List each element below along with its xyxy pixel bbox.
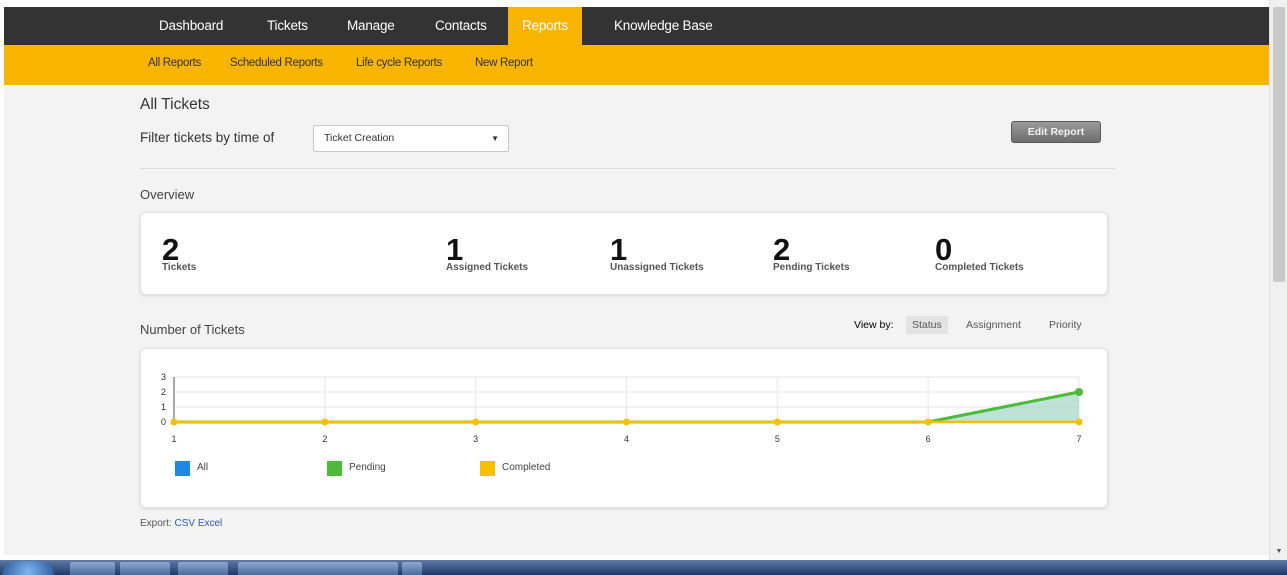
stat-pending-label: Pending Tickets xyxy=(773,262,850,273)
stat-pending-tickets: 2 Pending Tickets xyxy=(773,232,850,273)
stat-completed-label: Completed Tickets xyxy=(935,262,1024,273)
view-by-assignment[interactable]: Assignment xyxy=(966,319,1021,331)
subnav-life-cycle-reports[interactable]: Life cycle Reports xyxy=(356,57,442,69)
filter-time-select[interactable]: Ticket Creation ▼ xyxy=(313,125,509,152)
view-by-priority[interactable]: Priority xyxy=(1049,319,1082,331)
stat-assigned-label: Assigned Tickets xyxy=(446,262,529,273)
legend-label-completed[interactable]: Completed xyxy=(502,462,550,473)
view-by-status[interactable]: Status xyxy=(906,316,948,334)
vertical-scrollbar[interactable]: ▼ xyxy=(1269,0,1287,560)
stat-unassigned-tickets: 1 Unassigned Tickets xyxy=(610,232,704,273)
legend-swatch-all xyxy=(175,461,190,476)
legend-label-pending[interactable]: Pending xyxy=(349,462,386,473)
sub-nav-bar: All Reports Scheduled Reports Life cycle… xyxy=(4,45,1269,85)
stat-completed-tickets: 0 Completed Tickets xyxy=(935,232,1024,273)
export-csv-link[interactable]: CSV xyxy=(174,518,195,529)
stat-unassigned-label: Unassigned Tickets xyxy=(610,262,704,273)
overview-title: Overview xyxy=(140,187,195,202)
top-nav-bar: Dashboard Tickets Manage Contacts Report… xyxy=(4,7,1269,45)
filter-time-select-value: Ticket Creation xyxy=(324,132,395,144)
stat-unassigned-value: 1 xyxy=(610,232,628,267)
chart-card xyxy=(140,348,1108,508)
nav-item-manage[interactable]: Manage xyxy=(332,7,410,45)
taskbar-browser-window[interactable] xyxy=(238,562,398,575)
edit-report-button[interactable]: Edit Report xyxy=(1011,121,1101,143)
overview-card: 2 Tickets 1 Assigned Tickets 1 Unassigne… xyxy=(140,212,1108,295)
taskbar-app-icon[interactable] xyxy=(70,562,115,575)
nav-item-knowledge-base[interactable]: Knowledge Base xyxy=(599,7,728,45)
scroll-down-arrow-icon[interactable]: ▼ xyxy=(1273,548,1285,555)
stat-assigned-tickets: 1 Assigned Tickets xyxy=(446,232,529,273)
legend-swatch-pending xyxy=(327,461,342,476)
nav-item-dashboard[interactable]: Dashboard xyxy=(144,7,238,45)
stat-pending-value: 2 xyxy=(773,232,791,267)
stat-completed-value: 0 xyxy=(935,232,953,267)
filter-label: Filter tickets by time of xyxy=(140,130,275,145)
export-excel-link[interactable]: Excel xyxy=(198,518,222,529)
stat-tickets: 2 Tickets xyxy=(162,232,197,273)
start-button-icon[interactable] xyxy=(2,561,54,575)
stat-tickets-value: 2 xyxy=(162,232,180,267)
stat-assigned-value: 1 xyxy=(446,232,464,267)
nav-item-tickets[interactable]: Tickets xyxy=(252,7,323,45)
page-title: All Tickets xyxy=(140,96,210,113)
divider xyxy=(140,168,1115,169)
export-label: Export: xyxy=(140,518,172,529)
chevron-down-icon: ▼ xyxy=(491,134,499,143)
nav-item-contacts[interactable]: Contacts xyxy=(420,7,502,45)
taskbar-folder-icon[interactable] xyxy=(120,562,170,575)
legend-label-all[interactable]: All xyxy=(197,462,208,473)
number-of-tickets-title: Number of Tickets xyxy=(140,322,245,337)
subnav-new-report[interactable]: New Report xyxy=(475,57,533,69)
legend-swatch-completed xyxy=(480,461,495,476)
taskbar-app-icon[interactable] xyxy=(178,562,228,575)
scrollbar-thumb[interactable] xyxy=(1273,7,1285,282)
view-by-label: View by: xyxy=(854,319,894,331)
export-row: Export: CSV Excel xyxy=(140,518,222,529)
stat-tickets-label: Tickets xyxy=(162,262,197,273)
taskbar-app-icon[interactable] xyxy=(402,562,422,575)
nav-item-reports[interactable]: Reports xyxy=(508,7,582,45)
subnav-all-reports[interactable]: All Reports xyxy=(148,57,201,69)
subnav-scheduled-reports[interactable]: Scheduled Reports xyxy=(230,57,323,69)
